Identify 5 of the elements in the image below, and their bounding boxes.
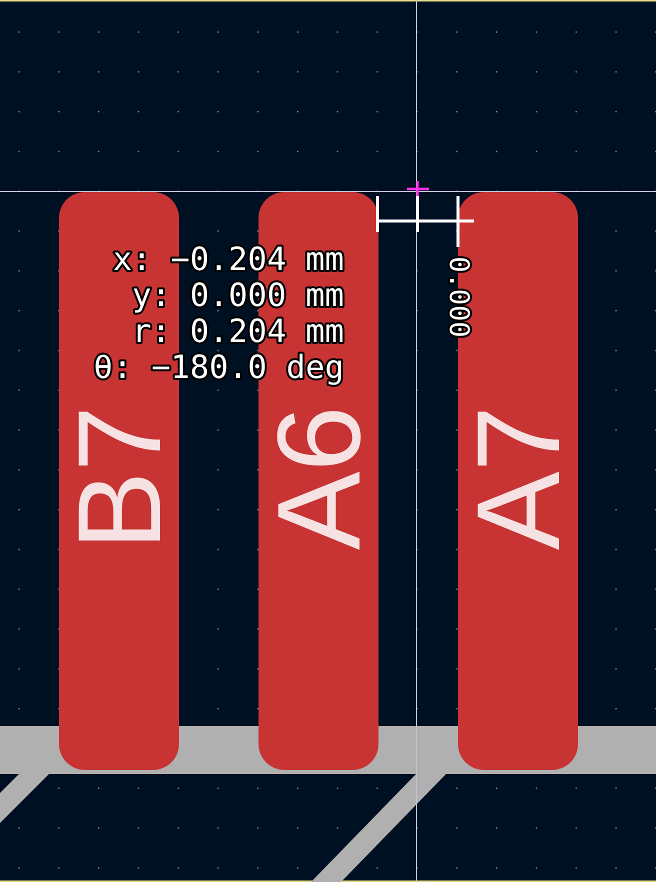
pad-label: B7 [54,406,186,550]
ruler-value: 0.000 [443,256,474,338]
pad-label: A6 [254,406,386,550]
pad-label: A7 [453,406,585,550]
cross-marker-icon [407,181,429,196]
